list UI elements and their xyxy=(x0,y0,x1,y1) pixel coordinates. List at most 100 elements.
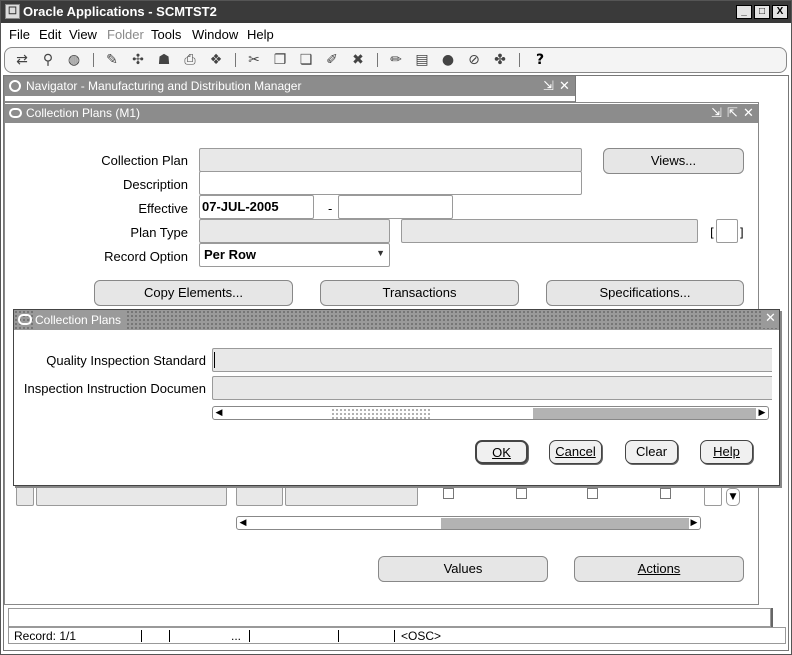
description-field[interactable] xyxy=(199,171,582,195)
effective-label: Effective xyxy=(138,201,188,216)
find-icon[interactable]: ⚲ xyxy=(39,52,57,68)
app-title: Oracle Applications - SCMTST2 xyxy=(23,4,217,19)
values-button[interactable]: Values xyxy=(378,556,548,582)
copy-icon[interactable]: ❐ xyxy=(271,52,289,68)
close-button[interactable]: X xyxy=(772,5,788,19)
maximize-button[interactable]: □ xyxy=(754,5,770,19)
navigator-edge xyxy=(575,76,576,104)
record-option-select[interactable]: Per Row ▼ xyxy=(199,243,390,267)
scroll-left-icon[interactable]: ◀ xyxy=(237,516,249,530)
navigator-icon[interactable]: ◍ xyxy=(65,52,83,68)
descriptive-flexfield[interactable] xyxy=(716,219,738,243)
displayed-checkbox[interactable] xyxy=(587,488,598,499)
elements-horizontal-scrollbar[interactable]: ◀ ▶ xyxy=(236,516,701,530)
quality-inspection-standard-field[interactable] xyxy=(212,348,772,372)
effective-from-field[interactable]: 07-JUL-2005 xyxy=(199,195,314,219)
clear-button[interactable]: Clear xyxy=(625,440,678,464)
attachments-icon[interactable]: ⊘ xyxy=(465,52,483,68)
minimize-button[interactable]: _ xyxy=(736,5,752,19)
next-step-icon[interactable]: ✣ xyxy=(129,52,147,68)
scroll-right-icon[interactable]: ▶ xyxy=(688,516,700,530)
scroll-down-icon[interactable]: ▼ xyxy=(726,488,740,506)
close-icon[interactable]: ✕ xyxy=(559,77,570,95)
descriptive-flexfield-close-bracket: ] xyxy=(739,226,744,240)
text-cursor xyxy=(214,352,215,368)
cut-icon[interactable]: ✂ xyxy=(245,52,263,68)
copy-elements-button[interactable]: Copy Elements... xyxy=(94,280,293,306)
folder-tools-icon[interactable]: ✤ xyxy=(491,52,509,68)
inspection-instruction-document-field[interactable] xyxy=(212,376,772,400)
close-form-icon[interactable]: ❖ xyxy=(207,52,225,68)
views-button[interactable]: Views... xyxy=(603,148,744,174)
collection-plan-field[interactable] xyxy=(199,148,582,172)
message-line-edge xyxy=(771,608,773,627)
quality-inspection-standard-label: Quality Inspection Standard xyxy=(46,353,206,368)
list-of-values-indicator: ... xyxy=(231,629,242,643)
maximize-icon[interactable]: ⇱ xyxy=(727,104,738,122)
record-option-value: Per Row xyxy=(204,247,257,262)
oracle-app-icon: ☐ xyxy=(5,4,20,19)
clear-record-icon[interactable]: ✐ xyxy=(323,52,341,68)
scroll-right-icon[interactable]: ▶ xyxy=(756,406,768,420)
menu-edit[interactable]: Edit xyxy=(39,27,61,42)
effective-to-field[interactable] xyxy=(338,195,453,219)
actions-button-label: Actions xyxy=(637,561,681,576)
help-icon[interactable]: ? xyxy=(531,52,549,68)
ok-button[interactable]: OK xyxy=(475,440,528,464)
zoom-icon[interactable]: ▤ xyxy=(413,52,431,68)
scrollbar-thumb[interactable] xyxy=(533,408,756,419)
inspection-instruction-document-label: Inspection Instruction Documen xyxy=(23,381,206,396)
print-icon[interactable]: ⎙ xyxy=(181,52,199,68)
menu-window[interactable]: Window xyxy=(192,27,238,42)
collection-plan-label: Collection Plan xyxy=(101,153,188,168)
navigator-title: Navigator - Manufacturing and Distributi… xyxy=(26,79,302,93)
plan-type-field[interactable] xyxy=(199,219,390,243)
scrollbar-thumb[interactable] xyxy=(441,518,689,529)
minimize-icon[interactable]: ⇲ xyxy=(711,104,722,122)
menu-tools[interactable]: Tools xyxy=(151,27,181,42)
switch-responsibility-icon[interactable]: ☗ xyxy=(155,52,173,68)
dialog-horizontal-scrollbar[interactable]: ◀ ▶ xyxy=(212,406,769,420)
navigator-window: Navigator - Manufacturing and Distributi… xyxy=(4,76,576,102)
effective-date-separator: - xyxy=(328,202,333,216)
clear-button-label: Clear xyxy=(635,444,668,459)
save-icon[interactable]: ✎ xyxy=(103,52,121,68)
scroll-left-icon[interactable]: ◀ xyxy=(213,406,225,420)
menu-help[interactable]: Help xyxy=(247,27,274,42)
status-bar: Record: 1/1 ... <OSC> xyxy=(8,627,786,644)
toolbar-separator xyxy=(377,53,378,67)
values-button-label: Values xyxy=(443,561,483,576)
menu-folder[interactable]: Folder xyxy=(107,27,144,42)
actions-button[interactable]: Actions xyxy=(574,556,744,582)
new-record-icon[interactable]: ⇄ xyxy=(13,52,31,68)
description-label: Description xyxy=(122,177,188,192)
minimize-icon[interactable]: ⇲ xyxy=(543,77,554,95)
transactions-button[interactable]: Transactions xyxy=(320,280,519,306)
help-button[interactable]: Help xyxy=(700,440,753,464)
close-icon[interactable]: ✕ xyxy=(743,104,754,122)
toolbar-separator xyxy=(519,53,520,67)
paste-icon[interactable]: ❏ xyxy=(297,52,315,68)
app-titlebar: ☐ Oracle Applications - SCMTST2 _ □ X xyxy=(1,1,791,23)
mandatory-checkbox[interactable] xyxy=(443,488,454,499)
translations-icon[interactable]: ● xyxy=(439,52,457,68)
delete-record-icon[interactable]: ✖ xyxy=(349,52,367,68)
dialog-window-icon xyxy=(18,314,32,325)
dialog-title: Collection Plans xyxy=(34,311,126,329)
record-option-label: Record Option xyxy=(104,249,188,264)
specifications-button[interactable]: Specifications... xyxy=(546,280,744,306)
close-icon[interactable]: ✕ xyxy=(763,310,778,328)
menu-file[interactable]: File xyxy=(9,27,30,42)
toolbar: ⇄ ⚲ ◍ ✎ ✣ ☗ ⎙ ❖ ✂ ❐ ❏ ✐ ✖ ✏ ▤ ● ⊘ ✤ ? xyxy=(4,47,787,73)
cancel-button[interactable]: Cancel xyxy=(549,440,602,464)
edit-field-icon[interactable]: ✏ xyxy=(387,52,405,68)
toolbar-separator xyxy=(235,53,236,67)
form-title: Collection Plans (M1) xyxy=(26,106,141,120)
menu-view[interactable]: View xyxy=(69,27,97,42)
enabled-checkbox[interactable] xyxy=(516,488,527,499)
read-only-checkbox[interactable] xyxy=(660,488,671,499)
message-line xyxy=(8,608,771,627)
scrollbar-grip xyxy=(331,408,431,419)
dialog-titlebar: Collection Plans ✕ xyxy=(14,310,779,330)
form-window-icon xyxy=(9,108,22,118)
